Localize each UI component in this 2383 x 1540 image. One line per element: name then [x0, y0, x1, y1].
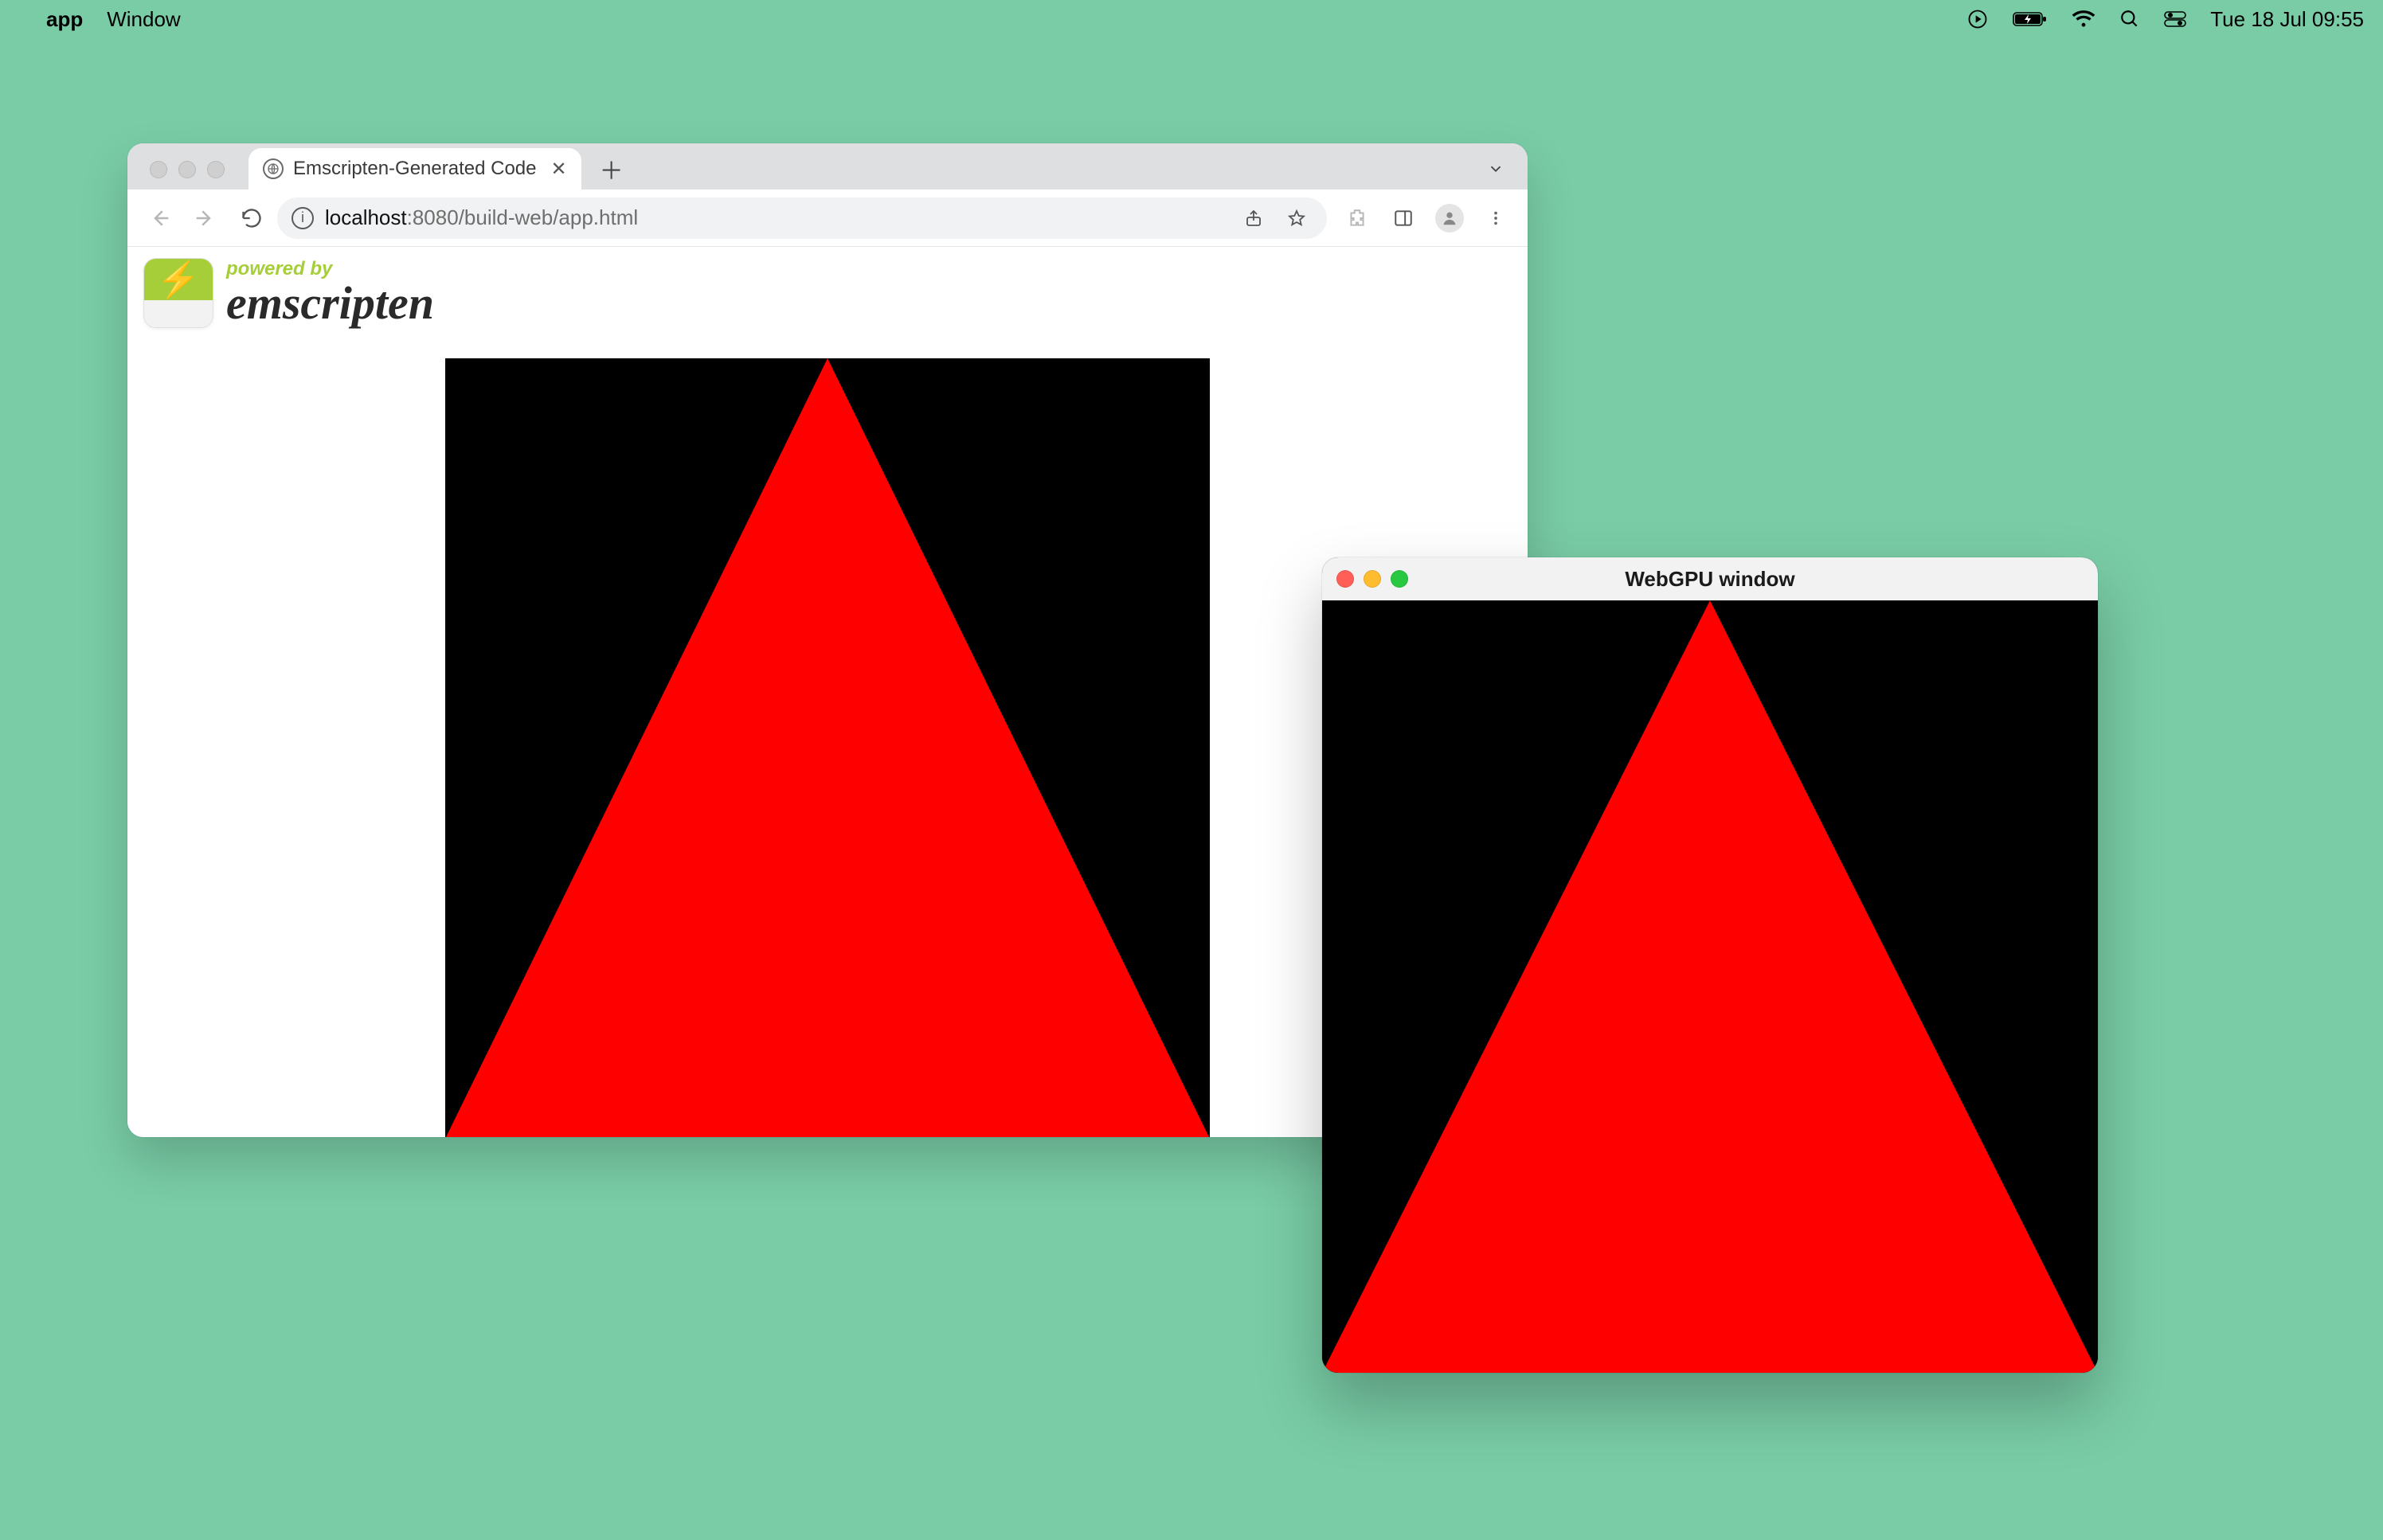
- share-icon[interactable]: [1238, 197, 1270, 239]
- tabs-dropdown-button[interactable]: [1480, 153, 1512, 185]
- avatar-icon: [1435, 204, 1464, 233]
- macos-menubar: app Window Tue 18 Jul 09:55: [0, 0, 2383, 38]
- native-canvas[interactable]: [1322, 600, 2098, 1373]
- native-window-title: WebGPU window: [1322, 567, 2098, 592]
- red-triangle-icon: [445, 358, 1210, 1137]
- menubar-clock[interactable]: Tue 18 Jul 09:55: [2210, 7, 2364, 32]
- emscripten-name: emscripten: [226, 280, 434, 326]
- native-titlebar[interactable]: WebGPU window: [1322, 557, 2098, 600]
- globe-icon: [263, 158, 284, 179]
- window-minimize-button[interactable]: [1364, 570, 1381, 588]
- tab-close-icon[interactable]: ✕: [550, 158, 566, 181]
- emscripten-logo-icon: ⚡: [143, 258, 213, 328]
- control-center-icon[interactable]: [2164, 10, 2186, 29]
- battery-charging-icon[interactable]: [2013, 10, 2048, 29]
- window-zoom-button[interactable]: [1391, 570, 1408, 588]
- play-circle-icon[interactable]: [1966, 8, 1989, 30]
- window-zoom-button[interactable]: [207, 161, 225, 178]
- emscripten-banner: ⚡ powered by emscripten: [143, 258, 434, 328]
- kebab-menu-icon[interactable]: [1475, 197, 1516, 239]
- window-close-button[interactable]: [1336, 570, 1354, 588]
- bookmark-star-icon[interactable]: [1281, 197, 1313, 239]
- nav-forward-button[interactable]: [185, 197, 226, 239]
- reload-button[interactable]: [231, 197, 272, 239]
- browser-tabstrip: Emscripten-Generated Code ✕ ＋: [127, 143, 1528, 190]
- browser-viewport: ⚡ powered by emscripten: [127, 247, 1528, 1137]
- powered-by-label: powered by: [226, 260, 434, 279]
- url-host: localhost: [325, 205, 407, 229]
- window-minimize-button[interactable]: [178, 161, 196, 178]
- browser-tab[interactable]: Emscripten-Generated Code ✕: [248, 148, 581, 190]
- url-path: :8080/build-web/app.html: [407, 205, 639, 229]
- window-close-button[interactable]: [150, 161, 167, 178]
- tab-title: Emscripten-Generated Code: [293, 158, 536, 180]
- chrome-browser-window: Emscripten-Generated Code ✕ ＋ i localhos…: [127, 143, 1528, 1137]
- site-info-icon[interactable]: i: [292, 207, 314, 229]
- menubar-app-name[interactable]: app: [46, 7, 83, 32]
- wifi-icon[interactable]: [2072, 10, 2095, 29]
- nav-back-button[interactable]: [139, 197, 180, 239]
- spotlight-search-icon[interactable]: [2119, 9, 2140, 29]
- new-tab-button[interactable]: ＋: [594, 151, 629, 186]
- native-app-window: WebGPU window: [1322, 557, 2098, 1373]
- menubar-right: Tue 18 Jul 09:55: [1966, 7, 2364, 32]
- profile-avatar-button[interactable]: [1429, 197, 1470, 239]
- webgl-canvas[interactable]: [445, 358, 1210, 1137]
- window-controls: [150, 161, 241, 190]
- emscripten-text: powered by emscripten: [226, 260, 434, 326]
- red-triangle-icon: [1322, 600, 2098, 1373]
- menubar-item-window[interactable]: Window: [107, 7, 180, 32]
- extensions-icon[interactable]: [1336, 197, 1378, 239]
- side-panel-icon[interactable]: [1383, 197, 1424, 239]
- address-bar[interactable]: i localhost:8080/build-web/app.html: [277, 197, 1327, 239]
- menubar-left: app Window: [19, 7, 181, 32]
- browser-toolbar: i localhost:8080/build-web/app.html: [127, 190, 1528, 247]
